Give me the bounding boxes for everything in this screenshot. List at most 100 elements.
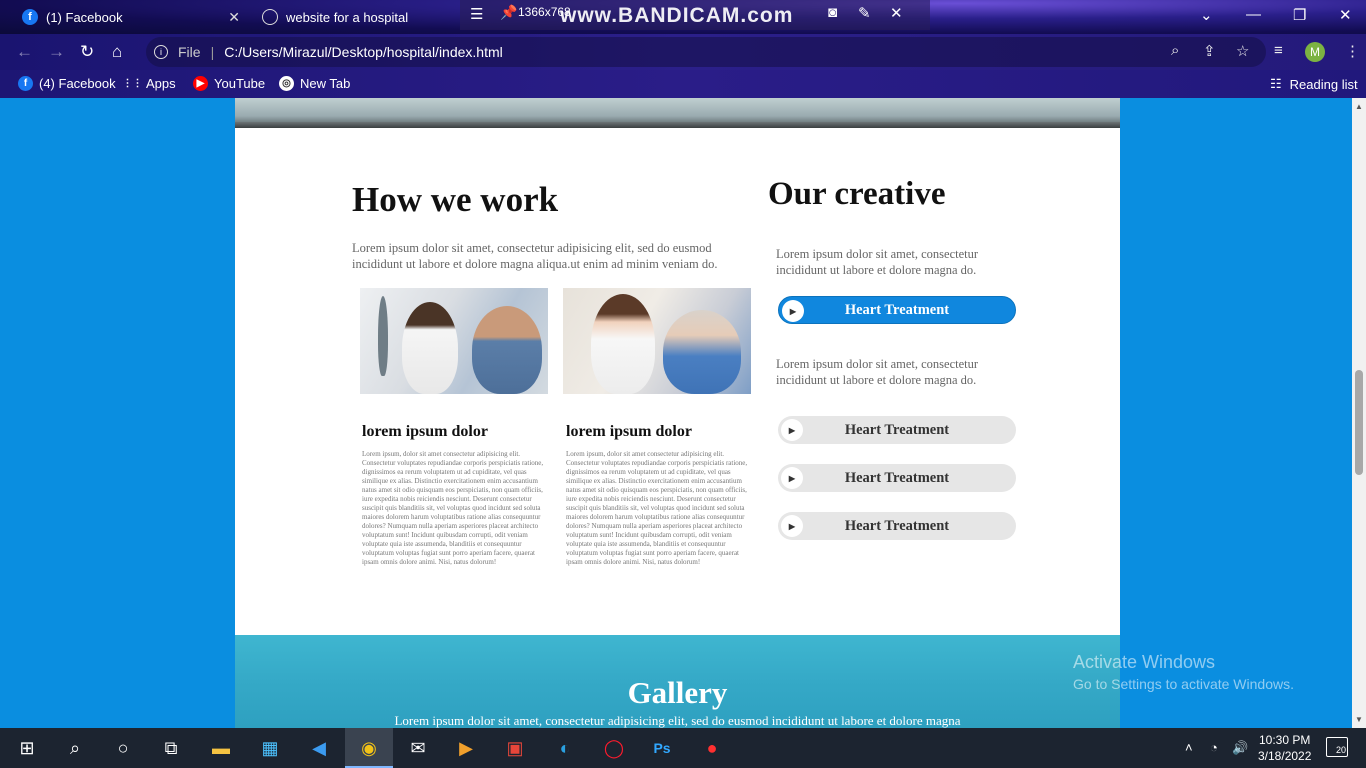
back-icon[interactable]: ←: [16, 42, 33, 62]
system-clock[interactable]: 10:30 PM 3/18/2022: [1258, 732, 1311, 764]
card-title: lorem ipsum dolor: [362, 423, 488, 440]
pencil-icon[interactable]: ✎: [858, 4, 871, 22]
window-close-icon[interactable]: ✕: [1339, 6, 1352, 24]
browser-title-bar: f (1) Facebook ✕ website for a hospital …: [0, 0, 1366, 34]
activation-line1: Activate Windows: [1073, 652, 1216, 672]
scrollbar-thumb[interactable]: [1355, 370, 1363, 475]
mail-icon[interactable]: ✉: [406, 736, 430, 760]
record-icon[interactable]: ●: [700, 736, 724, 760]
cortana-icon[interactable]: ○: [111, 736, 135, 760]
media-player-icon[interactable]: ▶: [454, 736, 478, 760]
card-text: Lorem ipsum, dolor sit amet consectetur …: [362, 450, 544, 566]
bookmark-new-tab[interactable]: ◎ New Tab: [279, 76, 350, 91]
notification-icon[interactable]: 20: [1326, 737, 1348, 757]
globe-icon: ◎: [279, 76, 294, 91]
heart-treatment-button[interactable]: ▶ Heart Treatment: [778, 416, 1016, 444]
avatar[interactable]: M: [1305, 42, 1325, 62]
scroll-down-icon[interactable]: ▼: [1355, 715, 1363, 724]
bookmark-youtube[interactable]: ▶ YouTube: [193, 76, 265, 91]
bookmark-label: Apps: [146, 76, 176, 91]
wifi-icon[interactable]: ◔: [1210, 740, 1218, 755]
creative-text: Lorem ipsum dolor sit amet, consectetur …: [776, 247, 979, 277]
play-icon: ▶: [782, 300, 804, 322]
button-label: Heart Treatment: [844, 517, 950, 534]
heart-treatment-button[interactable]: ▶ Heart Treatment: [778, 464, 1016, 492]
volume-icon[interactable]: 🔊: [1232, 740, 1248, 756]
taskbar: ⊞ ⌕ ○ ⧉ ▬ ▦ ◀ ◉ ✉ ▶ ▣ ◐ ◯ Ps ● ˄ ◔ 🔊 10:…: [0, 728, 1366, 768]
opera-icon[interactable]: ◯: [602, 736, 626, 760]
apps-grid-icon: ⋮⋮: [122, 78, 143, 89]
button-label: Heart Treatment: [844, 301, 950, 318]
page-viewport: How we work Lorem ipsum dolor sit amet, …: [0, 98, 1352, 728]
tab-label: website for a hospital: [286, 9, 409, 25]
minimize-icon[interactable]: —: [1246, 6, 1261, 23]
hero-image-bottom: [235, 98, 1120, 128]
play-icon: ▶: [781, 515, 803, 537]
more-icon[interactable]: ⋮: [1345, 42, 1360, 60]
tab-label: (1) Facebook: [46, 9, 123, 25]
video-editor-icon[interactable]: ▣: [503, 736, 527, 760]
nurse-elderly-photo: [563, 288, 751, 394]
bookmark-apps[interactable]: ⋮⋮ Apps: [122, 76, 176, 91]
recorder-watermark: www.BANDICAM.com: [560, 4, 794, 27]
button-label: Heart Treatment: [844, 469, 950, 486]
url-text[interactable]: C:/Users/Mirazul/Desktop/hospital/index.…: [224, 44, 503, 60]
edge-icon[interactable]: ◐: [553, 736, 577, 760]
forward-icon[interactable]: →: [48, 42, 65, 62]
play-icon: ▶: [781, 419, 803, 441]
gallery-section: Gallery Lorem ipsum dolor sit amet, cons…: [235, 635, 1120, 728]
our-creative-title: Our creative: [768, 176, 946, 212]
divider: |: [210, 44, 215, 60]
chevron-down-icon[interactable]: ⌄: [1200, 6, 1213, 24]
youtube-icon: ▶: [193, 76, 208, 91]
info-icon[interactable]: i: [154, 45, 168, 59]
reading-list-label: Reading list: [1289, 76, 1358, 92]
bookmark-label: YouTube: [214, 76, 266, 91]
card-text: Lorem ipsum, dolor sit amet consectetur …: [566, 450, 748, 566]
bookmark-label: New Tab: [300, 76, 351, 91]
address-bar[interactable]: i File | C:/Users/Mirazul/Desktop/hospit…: [146, 37, 1266, 67]
browser-toolbar: ← → ↻ ⌂ i File | C:/Users/Mirazul/Deskto…: [0, 34, 1366, 70]
restore-icon[interactable]: ❐: [1293, 6, 1306, 24]
facebook-icon: f: [18, 76, 33, 91]
photoshop-icon[interactable]: Ps: [650, 736, 674, 760]
bookmark-facebook[interactable]: f (4) Facebook: [18, 76, 116, 91]
tab-facebook[interactable]: f (1) Facebook ✕: [22, 0, 244, 34]
card-title: lorem ipsum dolor: [566, 423, 692, 440]
close-recorder-icon[interactable]: ✕: [890, 4, 903, 22]
bookmarks-bar: f (4) Facebook ⋮⋮ Apps ▶ YouTube ◎ New T…: [0, 70, 1366, 98]
notification-count: 20: [1335, 745, 1346, 755]
share-icon[interactable]: ⇪: [1203, 42, 1216, 60]
chrome-icon[interactable]: ◉: [357, 736, 381, 760]
gallery-text: Lorem ipsum dolor sit amet, consectetur …: [394, 713, 961, 728]
reload-icon[interactable]: ↻: [80, 42, 94, 62]
file-explorer-icon[interactable]: ▬: [209, 736, 233, 760]
close-icon[interactable]: ✕: [228, 9, 240, 26]
chevron-up-icon[interactable]: ˄: [1185, 740, 1193, 755]
zoom-icon[interactable]: ⌕: [1171, 42, 1179, 59]
tab-hospital[interactable]: website for a hospital: [262, 0, 462, 34]
home-icon[interactable]: ⌂: [112, 42, 122, 62]
play-icon: ▶: [781, 467, 803, 489]
task-view-icon[interactable]: ⧉: [159, 736, 183, 760]
menu-icon[interactable]: ☰: [470, 5, 483, 23]
vscode-icon[interactable]: ◀: [307, 736, 331, 760]
how-we-work-text: Lorem ipsum dolor sit amet, consectetur …: [352, 241, 718, 271]
camera-icon[interactable]: ◙: [828, 4, 837, 21]
store-icon[interactable]: ▦: [258, 736, 282, 760]
reading-list-button[interactable]: ☷ Reading list: [1270, 76, 1358, 92]
scroll-up-icon[interactable]: ▲: [1355, 102, 1363, 111]
reading-list-icon: ☷: [1270, 76, 1282, 91]
globe-icon: [262, 9, 278, 25]
pin-icon[interactable]: 📌: [500, 4, 517, 21]
media-icon[interactable]: ≡: [1274, 42, 1283, 59]
content-section: How we work Lorem ipsum dolor sit amet, …: [235, 128, 1120, 635]
windows-start-icon[interactable]: ⊞: [15, 736, 39, 760]
heart-treatment-button[interactable]: ▶ Heart Treatment: [778, 512, 1016, 540]
gallery-title: Gallery: [627, 675, 728, 710]
star-icon[interactable]: ☆: [1236, 42, 1249, 60]
bookmark-label: (4) Facebook: [39, 76, 116, 91]
windows-activation-watermark: Activate Windows Go to Settings to activ…: [1073, 652, 1294, 692]
search-icon[interactable]: ⌕: [63, 736, 87, 760]
heart-treatment-button[interactable]: ▶ Heart Treatment: [778, 296, 1016, 324]
